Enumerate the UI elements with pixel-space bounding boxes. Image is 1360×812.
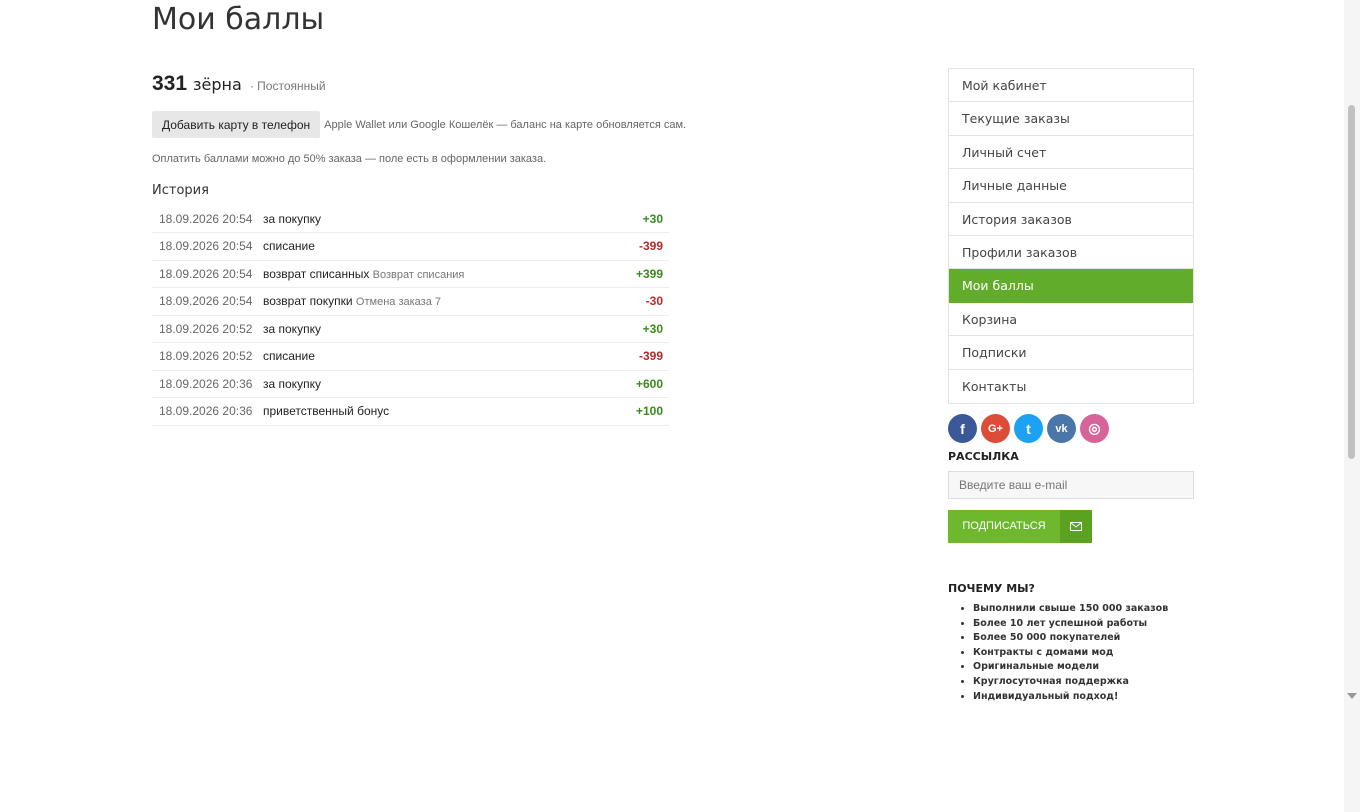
history-date: 18.09.2026 20:52 [152, 315, 263, 343]
menu-item[interactable]: Мой кабинет [949, 69, 1193, 103]
subscribe-button[interactable]: ПОДПИСАТЬСЯ [948, 510, 1092, 543]
account-menu: Мой кабинет Текущие заказы Личный счет Личн… [948, 68, 1194, 404]
why-us-item: Более 10 лет успешной работы [973, 617, 1168, 632]
google-plus-icon[interactable]: G+ [981, 414, 1010, 443]
history-date: 18.09.2026 20:36 [152, 397, 263, 426]
history-row: 18.09.2026 20:54 возврат покупки Отмена з… [152, 287, 669, 316]
scrollbar-thumb[interactable] [1348, 105, 1355, 459]
social-links: f G+ t vk ◎ [948, 414, 1109, 443]
menu-item[interactable]: Подписки [949, 336, 1193, 370]
menu-item[interactable]: Мои баллы [949, 269, 1193, 303]
why-us-item: Контракты с домами мод [973, 646, 1168, 661]
wallet-note: Apple Wallet или Google Кошелёк — баланс… [324, 118, 687, 131]
history-amount: +399 [611, 260, 669, 288]
history-amount: +30 [611, 205, 669, 233]
envelope-icon [1060, 510, 1092, 543]
history-row: 18.09.2026 20:54 возврат списанных Возвра… [152, 260, 669, 288]
why-us-item: Оригинальные модели [973, 660, 1168, 675]
add-card-to-phone-button[interactable]: Добавить карту в телефон [152, 111, 321, 138]
twitter-icon[interactable]: t [1014, 414, 1043, 443]
page-title: Мои баллы [152, 2, 325, 37]
menu-item[interactable]: Личные данные [949, 169, 1193, 203]
history-description: возврат списанных Возврат списания [263, 260, 612, 288]
history-description: за покупку [263, 205, 612, 233]
history-description: за покупку [263, 315, 612, 343]
history-row: 18.09.2026 20:36 приветственный бонус +100 [152, 397, 669, 426]
history-amount: -399 [611, 232, 669, 261]
menu-item[interactable]: Профили заказов [949, 236, 1193, 270]
history-description: списание [263, 232, 612, 261]
menu-item[interactable]: Личный счет [949, 136, 1193, 170]
history-desc-text: списание [263, 239, 315, 254]
history-amount: +100 [611, 397, 669, 426]
why-us-item: Выполнили свыше 150 000 заказов [973, 602, 1168, 617]
scrollbar[interactable] [1344, 0, 1360, 812]
why-us-item: Круглосуточная поддержка [973, 675, 1168, 690]
history-date: 18.09.2026 20:52 [152, 342, 263, 371]
history-title: История [152, 183, 209, 198]
history-amount: +600 [611, 370, 669, 398]
history-desc-text: за покупку [263, 211, 321, 226]
balance-value: 331 [152, 72, 188, 95]
history-date: 18.09.2026 20:54 [152, 205, 263, 233]
history-desc-text: за покупку [263, 376, 321, 391]
menu-item[interactable]: Корзина [949, 303, 1193, 337]
menu-item[interactable]: Контакты [949, 370, 1193, 403]
history-desc-text: за покупку [263, 321, 321, 336]
why-us-item: Более 50 000 покупателей [973, 631, 1168, 646]
loyalty-status: · Постоянный [249, 79, 326, 93]
history-date: 18.09.2026 20:54 [152, 287, 263, 316]
why-us-list: Выполнили свыше 150 000 заказовБолее 10 … [973, 602, 1168, 704]
history-description: за покупку [263, 370, 612, 398]
facebook-icon[interactable]: f [948, 414, 977, 443]
history-row: 18.09.2026 20:54 списание -399 [152, 232, 669, 261]
why-us-title: ПОЧЕМУ МЫ? [948, 582, 1035, 595]
history-description: приветственный бонус [263, 397, 612, 426]
history-row: 18.09.2026 20:36 за покупку +600 [152, 370, 669, 398]
wallet-row: Добавить карту в телефон Apple Wallet ил… [152, 111, 686, 138]
history-amount: +30 [611, 315, 669, 343]
history-date: 18.09.2026 20:36 [152, 370, 263, 398]
history-desc-text: приветственный бонус [263, 404, 390, 419]
history-desc-text: возврат списанных [263, 266, 370, 281]
why-us-item: Индивидуальный подход! [973, 690, 1168, 705]
history-note: Возврат списания [372, 268, 465, 281]
menu-item[interactable]: История заказов [949, 203, 1193, 236]
history-description: возврат покупки Отмена заказа 7 [263, 287, 612, 316]
email-input[interactable] [948, 471, 1194, 499]
history-date: 18.09.2026 20:54 [152, 260, 263, 288]
pay-with-points-note: Оплатить баллами можно до 50% заказа — п… [152, 153, 547, 165]
points-balance: 331 зёрна · Постоянный [152, 72, 326, 96]
menu-item[interactable]: Текущие заказы [949, 102, 1193, 136]
history-amount: -399 [611, 342, 669, 371]
newsletter-title: РАССЫЛКА [948, 450, 1019, 463]
balance-unit: зёрна [193, 75, 242, 94]
history-amount: -30 [611, 287, 669, 316]
history-row: 18.09.2026 20:54 за покупку +30 [152, 205, 669, 233]
history-row: 18.09.2026 20:52 списание -399 [152, 342, 669, 371]
history-row: 18.09.2026 20:52 за покупку +30 [152, 315, 669, 343]
subscribe-label: ПОДПИСАТЬСЯ [962, 520, 1046, 532]
history-desc-text: возврат покупки [263, 294, 353, 309]
instagram-icon[interactable]: ◎ [1080, 414, 1109, 443]
scroll-down-arrow-icon[interactable] [1347, 693, 1357, 699]
history-description: списание [263, 342, 612, 371]
history-desc-text: списание [263, 349, 315, 364]
history-date: 18.09.2026 20:54 [152, 232, 263, 261]
history-table: 18.09.2026 20:54 за покупку +30 18.09.2026 … [152, 205, 669, 426]
vk-icon[interactable]: vk [1047, 414, 1076, 443]
history-note: Отмена заказа 7 [355, 296, 441, 309]
